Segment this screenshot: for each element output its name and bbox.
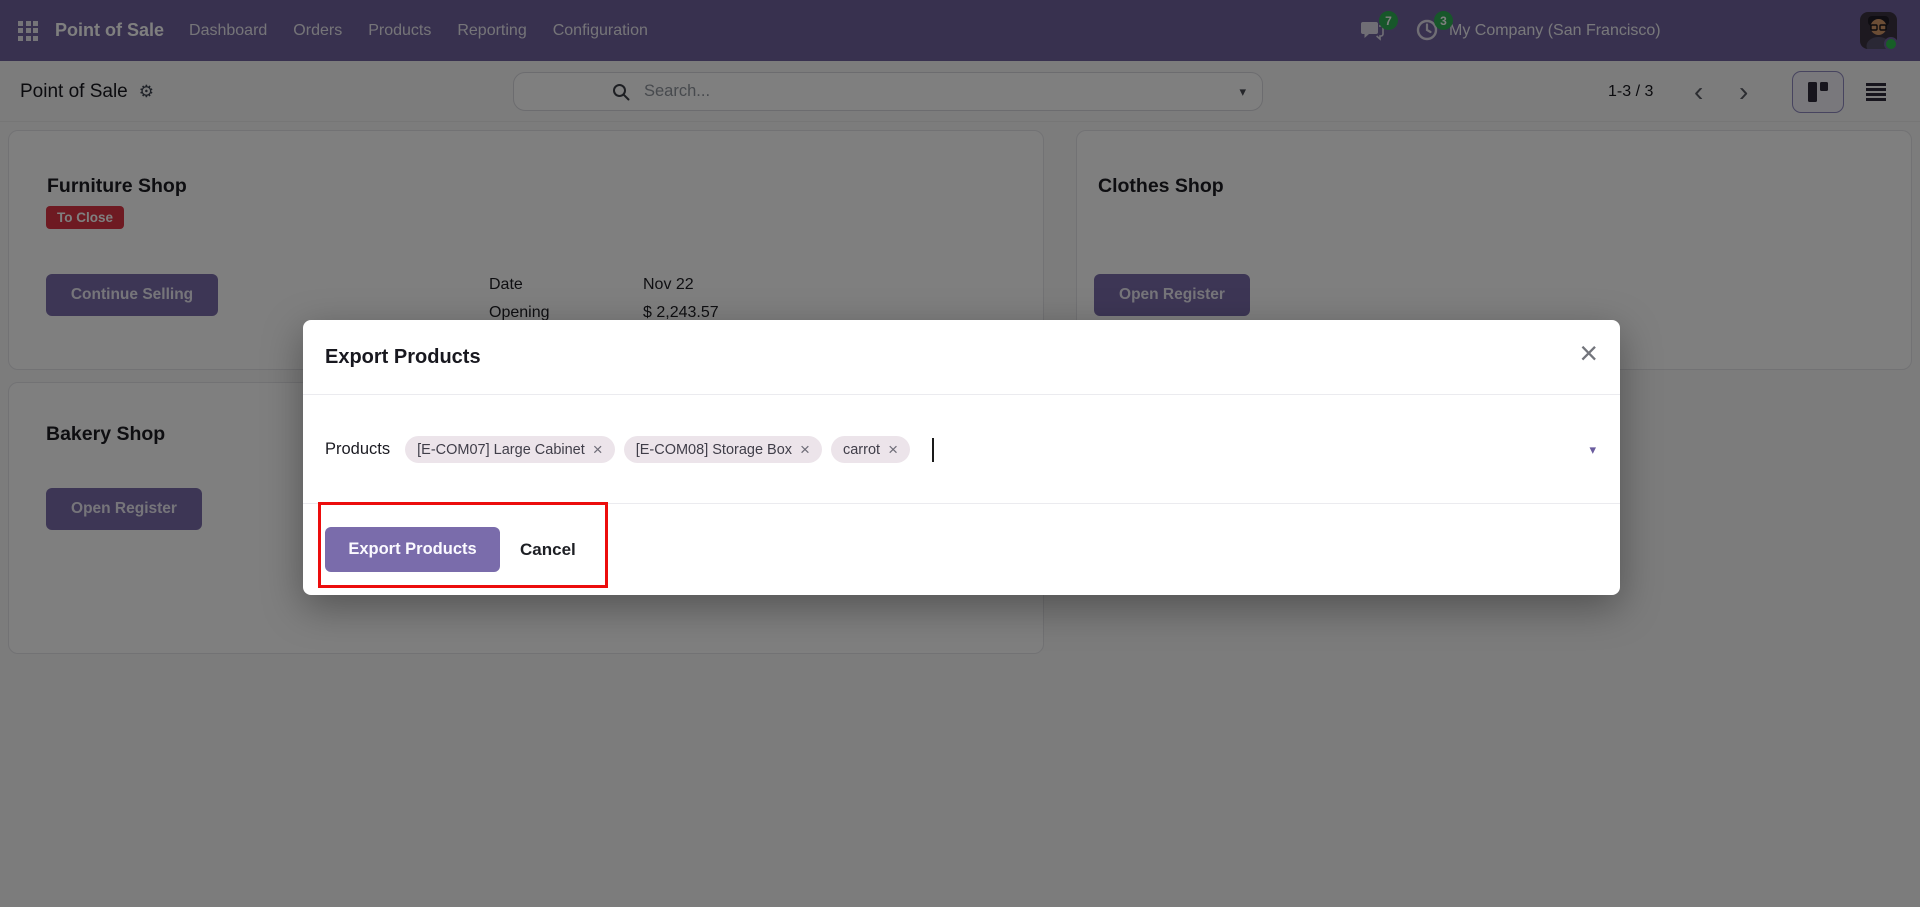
- tag-label: [E-COM08] Storage Box: [636, 442, 792, 458]
- cancel-button[interactable]: Cancel: [520, 540, 576, 560]
- product-tag: [E-COM07] Large Cabinet ×: [405, 436, 615, 463]
- products-field-label: Products: [325, 440, 390, 459]
- tag-label: carrot: [843, 442, 880, 458]
- product-tag: [E-COM08] Storage Box ×: [624, 436, 822, 463]
- text-cursor: [932, 438, 934, 462]
- remove-tag-icon[interactable]: ×: [800, 441, 810, 458]
- close-icon[interactable]: ×: [1579, 337, 1598, 369]
- dialog-body: Products [E-COM07] Large Cabinet × [E-CO…: [303, 396, 1620, 503]
- dialog-title: Export Products: [325, 346, 481, 369]
- field-dropdown-caret[interactable]: ▾: [1589, 442, 1596, 458]
- products-field[interactable]: [E-COM07] Large Cabinet × [E-COM08] Stor…: [405, 436, 933, 463]
- product-tag: carrot ×: [831, 436, 910, 463]
- tag-label: [E-COM07] Large Cabinet: [417, 442, 585, 458]
- remove-tag-icon[interactable]: ×: [593, 441, 603, 458]
- export-products-button[interactable]: Export Products: [325, 527, 500, 572]
- dialog-footer: Export Products Cancel: [303, 503, 1620, 595]
- remove-tag-icon[interactable]: ×: [888, 441, 898, 458]
- dialog-header: Export Products ×: [303, 320, 1620, 395]
- export-products-dialog: Export Products × Products [E-COM07] Lar…: [303, 320, 1620, 595]
